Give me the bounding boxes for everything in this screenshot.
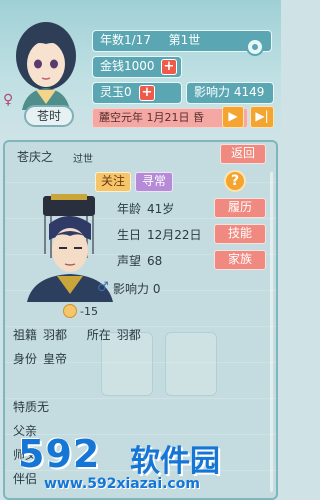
play-button[interactable]: ▶: [222, 106, 244, 128]
watermark-url: www.592xiazai.com: [44, 476, 200, 492]
prestige-stat: 声望 68: [117, 252, 162, 269]
player-avatar-image: [16, 22, 76, 110]
mood-indicator: -15: [63, 304, 98, 318]
prestige-label: 声望: [117, 254, 142, 268]
trait-value: 无: [37, 400, 50, 414]
help-button[interactable]: ?: [224, 170, 246, 192]
birthday-stat: 生日 12月22日: [117, 226, 202, 243]
female-icon: ♀: [3, 92, 14, 108]
add-jade-button[interactable]: +: [139, 85, 155, 101]
character-status: 过世: [73, 154, 93, 165]
settings-gear-icon[interactable]: [246, 38, 264, 56]
age-label: 年龄: [117, 202, 142, 216]
add-money-button[interactable]: +: [161, 59, 177, 75]
influence-stat: 影响力 0: [113, 280, 160, 297]
age-stat: 年龄 41岁: [117, 200, 174, 217]
panel-title-row: 苍庆之 过世 返回: [5, 142, 276, 168]
influence-bar: 影响力 4149: [186, 82, 274, 104]
year-label: 年数1/17: [100, 33, 151, 47]
origin-line: 祖籍 羽都 所在 羽都: [13, 326, 141, 343]
watermark-brand: 软件园: [130, 444, 220, 479]
player-name: 苍时: [24, 105, 74, 127]
trait-label: 特质: [13, 400, 38, 414]
mood-value: -15: [80, 305, 98, 318]
residence-value: 羽都: [116, 328, 141, 342]
fast-forward-button[interactable]: ▶|: [250, 106, 274, 128]
prestige-value: 68: [147, 254, 163, 268]
male-icon: ♂: [97, 280, 109, 295]
identity-line: 身份 皇帝: [13, 350, 67, 367]
family-button[interactable]: 家族: [214, 250, 266, 270]
site-watermark: 592 软件园 www.592xiazai.com: [18, 432, 268, 496]
birthday-label: 生日: [117, 228, 142, 242]
watermark-number: 592: [18, 432, 101, 476]
relative-card[interactable]: [165, 332, 217, 396]
history-button[interactable]: 履历: [214, 198, 266, 218]
follow-button[interactable]: 关注: [95, 172, 131, 192]
ancestry-label: 祖籍: [13, 328, 38, 342]
age-value: 41岁: [147, 202, 175, 216]
identity-value: 皇帝: [43, 352, 68, 366]
mood-face-icon: [63, 304, 77, 318]
header-area: ♀ 苍时 年数1/17 第1世 金钱1000 + 灵玉0 + 影响力 4149 …: [0, 0, 281, 140]
influence-label: 影响力: [113, 282, 150, 296]
jade-label: 灵玉0: [100, 85, 132, 99]
money-bar: 金钱1000 +: [92, 56, 182, 78]
skills-button[interactable]: 技能: [214, 224, 266, 244]
influence-value: 0: [152, 282, 161, 296]
player-avatar[interactable]: [6, 14, 86, 110]
year-generation-bar: 年数1/17 第1世: [92, 30, 272, 56]
panel-scrollbar[interactable]: [270, 172, 273, 492]
generation-label: 第1世: [168, 33, 201, 47]
back-button[interactable]: 返回: [220, 144, 266, 164]
total-influence-label: 影响力 4149: [194, 85, 265, 99]
trait-line: 特质无: [13, 398, 49, 415]
birthday-value: 12月22日: [147, 228, 202, 242]
mode-button[interactable]: 寻常: [135, 172, 173, 192]
money-label: 金钱1000: [100, 59, 155, 73]
ancestry-value: 羽都: [43, 328, 68, 342]
identity-label: 身份: [13, 352, 38, 366]
character-name: 苍庆之: [17, 150, 54, 164]
residence-label: 所在: [86, 328, 111, 342]
jade-bar: 灵玉0 +: [92, 82, 182, 104]
